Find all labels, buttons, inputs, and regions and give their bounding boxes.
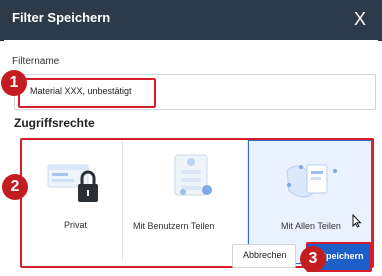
save-button-label: Speichern <box>320 251 364 261</box>
private-icon <box>47 164 98 202</box>
annotation-badge-2: 2 <box>2 174 28 200</box>
access-option-share-users[interactable]: Mit Benutzern Teilen <box>123 140 248 262</box>
option-share-users-label: Mit Benutzern Teilen <box>133 221 215 231</box>
dialog-title: Filter Speichern <box>12 10 111 25</box>
annotation-badge-3: 3 <box>300 246 326 272</box>
filtername-value[interactable]: Material XXX, unbestätigt <box>30 86 132 96</box>
annotation-badge-1: 1 <box>1 70 27 96</box>
option-share-all-label: Mit Allen Teilen <box>281 221 341 231</box>
access-rights-title: Zugriffsrechte <box>14 116 95 130</box>
dialog-titlebar: Filter Speichern X <box>0 0 382 41</box>
access-option-private[interactable]: Privat <box>22 140 123 262</box>
dialog-body: Filtername Material XXX, unbestätigt Zug… <box>4 40 378 276</box>
cancel-button[interactable]: Abbrechen <box>232 244 296 268</box>
mouse-pointer-icon <box>352 214 362 228</box>
cancel-button-label: Abbrechen <box>243 250 287 260</box>
dialog-window: Filter Speichern X Filtername Material X… <box>0 0 382 276</box>
close-icon[interactable]: X <box>350 9 370 29</box>
option-private-label: Privat <box>64 220 88 230</box>
filtername-label: Filtername <box>12 56 60 67</box>
share-users-icon <box>174 154 212 196</box>
